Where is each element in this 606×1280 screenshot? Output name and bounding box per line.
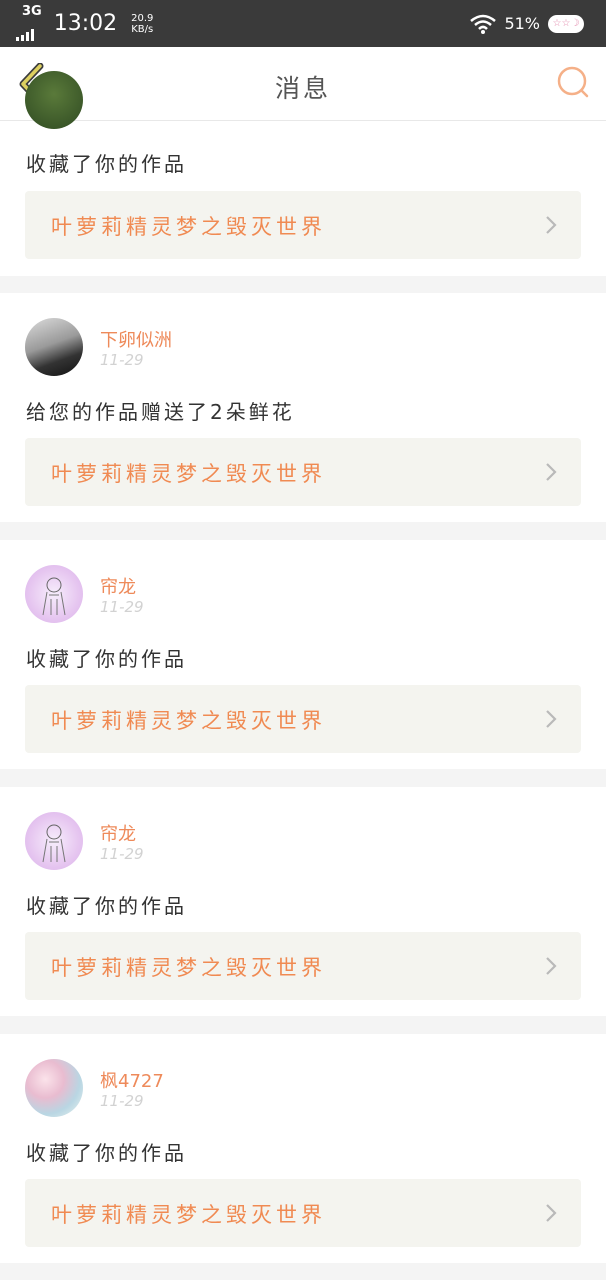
- chevron-right-icon: [546, 710, 557, 728]
- message-text: 收藏了你的作品: [26, 152, 187, 176]
- avatar[interactable]: [25, 1059, 83, 1117]
- work-title: 叶萝莉精灵梦之毁灭世界: [51, 709, 326, 733]
- work-title: 叶萝莉精灵梦之毁灭世界: [51, 462, 326, 486]
- work-title: 叶萝莉精灵梦之毁灭世界: [51, 1203, 326, 1227]
- character-figure-icon: [42, 824, 66, 863]
- speed-unit: KB/s: [131, 23, 154, 35]
- message-card[interactable]: 收藏了你的作品 叶萝莉精灵梦之毁灭世界: [0, 71, 606, 276]
- work-link[interactable]: 叶萝莉精灵梦之毁灭世界: [25, 932, 581, 1000]
- status-bar: 3G 13:02 20.9 KB/s 51% ☆☆☽: [0, 0, 606, 47]
- message-date: 11-29: [100, 1092, 144, 1110]
- message-text: 收藏了你的作品: [26, 1141, 187, 1165]
- network-speed: 20.9 KB/s: [131, 13, 153, 35]
- search-icon[interactable]: [556, 65, 590, 99]
- work-link[interactable]: 叶萝莉精灵梦之毁灭世界: [25, 191, 581, 259]
- avatar[interactable]: [25, 565, 83, 623]
- status-left: 3G 13:02 20.9 KB/s: [16, 4, 153, 41]
- wifi-icon: [470, 14, 497, 34]
- chevron-right-icon: [546, 957, 557, 975]
- message-card[interactable]: 枫4727 11-29 收藏了你的作品 叶萝莉精灵梦之毁灭世界: [0, 1034, 606, 1263]
- username[interactable]: 帘龙: [100, 820, 136, 846]
- avatar[interactable]: [25, 318, 83, 376]
- speed-value: 20.9: [131, 12, 154, 24]
- page-title: 消息: [274, 74, 331, 103]
- signal-bars-icon: [16, 29, 42, 41]
- username[interactable]: 枫4727: [100, 1067, 164, 1093]
- work-link[interactable]: 叶萝莉精灵梦之毁灭世界: [25, 685, 581, 753]
- message-date: 11-29: [100, 598, 144, 616]
- username[interactable]: 帘龙: [100, 573, 136, 599]
- avatar[interactable]: [25, 812, 83, 870]
- message-card[interactable]: 下卵似洲 11-29 给您的作品赠送了2朵鲜花 叶萝莉精灵梦之毁灭世界: [0, 293, 606, 522]
- message-card[interactable]: 帘龙 11-29 收藏了你的作品 叶萝莉精灵梦之毁灭世界: [0, 540, 606, 769]
- message-date: 11-29: [100, 351, 144, 369]
- avatar[interactable]: [25, 71, 83, 129]
- message-card[interactable]: 帘龙 11-29 收藏了你的作品 叶萝莉精灵梦之毁灭世界: [0, 787, 606, 1016]
- chevron-right-icon: [546, 463, 557, 481]
- app-header: 消息: [0, 47, 606, 121]
- chevron-right-icon: [546, 1204, 557, 1222]
- network-type: 3G: [22, 4, 42, 19]
- signal-indicator: 3G: [16, 4, 42, 41]
- work-link[interactable]: 叶萝莉精灵梦之毁灭世界: [25, 1179, 581, 1247]
- message-date: 11-29: [100, 845, 144, 863]
- work-title: 叶萝莉精灵梦之毁灭世界: [51, 215, 326, 239]
- username[interactable]: 下卵似洲: [100, 326, 172, 352]
- message-text: 收藏了你的作品: [26, 647, 187, 671]
- clock: 13:02: [53, 11, 118, 36]
- chevron-right-icon: [546, 216, 557, 234]
- work-title: 叶萝莉精灵梦之毁灭世界: [51, 956, 326, 980]
- work-link[interactable]: 叶萝莉精灵梦之毁灭世界: [25, 438, 581, 506]
- message-text: 给您的作品赠送了2朵鲜花: [26, 400, 295, 424]
- status-right: 51% ☆☆☽: [470, 14, 584, 34]
- battery-percent: 51%: [504, 14, 540, 33]
- character-figure-icon: [42, 577, 66, 616]
- battery-icon: ☆☆☽: [548, 14, 584, 33]
- message-text: 收藏了你的作品: [26, 894, 187, 918]
